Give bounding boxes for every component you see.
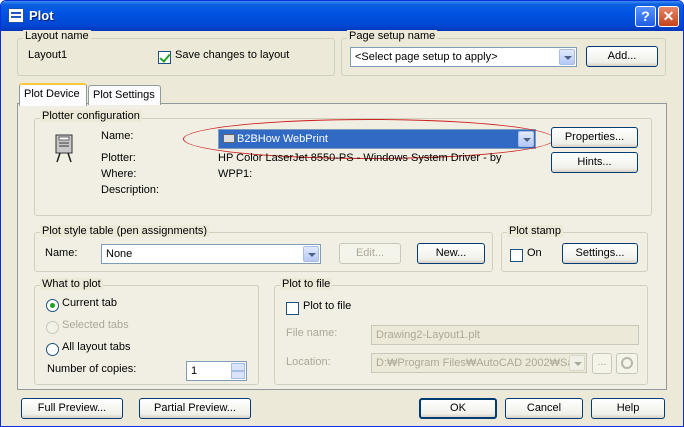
chevron-down-icon[interactable] xyxy=(303,246,319,262)
browse-folder-button[interactable] xyxy=(616,353,638,374)
file-name-input[interactable]: Drawing2-Layout1.plt xyxy=(371,325,639,345)
page-setup-legend: Page setup name xyxy=(347,30,438,42)
plot-style-legend: Plot style table (pen assignments) xyxy=(40,225,210,237)
full-preview-button[interactable]: Full Preview... xyxy=(21,398,123,419)
copies-value: 1 xyxy=(191,365,198,377)
plotter-configuration-legend: Plotter configuration xyxy=(40,110,142,122)
where-label: Where: xyxy=(101,168,137,180)
add-page-setup-button[interactable]: Add... xyxy=(586,46,658,67)
help-button[interactable]: Help xyxy=(591,398,665,419)
copies-label: Number of copies: xyxy=(47,363,137,375)
spin-up-icon[interactable] xyxy=(231,363,245,371)
plot-to-file-label[interactable]: Plot to file xyxy=(303,300,351,312)
selected-tabs-label[interactable]: Selected tabs xyxy=(62,319,129,331)
plotter-icon xyxy=(55,134,73,163)
current-tab-radio[interactable] xyxy=(46,299,59,312)
plot-dialog: Plot ? ✕ Layout name Layout1 Save change… xyxy=(0,0,684,427)
location-label: Location: xyxy=(286,356,331,368)
ok-button[interactable]: OK xyxy=(419,398,497,419)
plot-style-value: None xyxy=(106,248,133,260)
save-changes-checkbox[interactable] xyxy=(158,51,171,64)
properties-button[interactable]: Properties... xyxy=(551,127,638,148)
plot-stamp-on-checkbox[interactable] xyxy=(510,249,523,262)
partial-preview-button[interactable]: Partial Preview... xyxy=(139,398,251,419)
plot-to-file-legend: Plot to file xyxy=(280,278,333,290)
current-tab-label[interactable]: Current tab xyxy=(62,297,117,309)
where-value: WPP1: xyxy=(218,168,253,180)
selected-tabs-radio[interactable] xyxy=(46,321,59,334)
browse-button[interactable]: ... xyxy=(592,353,612,374)
plotter-name-label: Name: xyxy=(101,130,134,142)
new-plot-style-button[interactable]: New... xyxy=(417,243,485,264)
all-layout-tabs-label[interactable]: All layout tabs xyxy=(62,341,130,353)
file-name-label: File name: xyxy=(286,327,338,339)
plot-stamp-on-label[interactable]: On xyxy=(527,247,542,259)
page-setup-select[interactable]: <Select page setup to apply> xyxy=(350,47,577,67)
chevron-down-icon[interactable] xyxy=(569,355,585,371)
title-bar[interactable]: Plot ? ✕ xyxy=(1,1,683,31)
save-changes-label[interactable]: Save changes to layout xyxy=(175,49,289,61)
plot-to-file-checkbox[interactable] xyxy=(286,302,299,315)
cancel-button[interactable]: Cancel xyxy=(505,398,583,419)
plot-style-select[interactable]: None xyxy=(101,244,321,264)
plotter-value: HP Color LaserJet 8550-PS - Windows Syst… xyxy=(218,152,502,164)
tab-plot-settings[interactable]: Plot Settings xyxy=(88,85,161,105)
page-setup-value: <Select page setup to apply> xyxy=(355,51,498,63)
layout-name-legend: Layout name xyxy=(23,30,91,42)
plot-style-name-label: Name: xyxy=(45,247,78,259)
plot-stamp-settings-button[interactable]: Settings... xyxy=(562,243,638,264)
browse-folder-icon xyxy=(621,357,633,369)
window-title: Plot xyxy=(29,8,54,23)
plotter-label: Plotter: xyxy=(101,152,136,164)
layout-name-value: Layout1 xyxy=(28,49,68,61)
copies-stepper[interactable]: 1 xyxy=(186,361,247,381)
description-label: Description: xyxy=(101,184,160,196)
spin-down-icon[interactable] xyxy=(231,371,245,379)
app-icon xyxy=(8,8,24,23)
chevron-down-icon[interactable] xyxy=(559,49,575,65)
all-layout-tabs-radio[interactable] xyxy=(46,343,59,356)
location-value: D:₩Program Files₩AutoCAD 2002₩Sa xyxy=(376,357,574,369)
hints-button[interactable]: Hints... xyxy=(551,152,638,173)
close-button[interactable]: ✕ xyxy=(658,6,679,27)
edit-plot-style-button[interactable]: Edit... xyxy=(339,243,401,264)
location-select[interactable]: D:₩Program Files₩AutoCAD 2002₩Sa xyxy=(371,353,587,373)
what-to-plot-legend: What to plot xyxy=(40,278,103,290)
plot-stamp-legend: Plot stamp xyxy=(507,225,563,237)
help-title-button[interactable]: ? xyxy=(635,6,656,27)
tab-plot-device[interactable]: Plot Device xyxy=(19,83,87,106)
